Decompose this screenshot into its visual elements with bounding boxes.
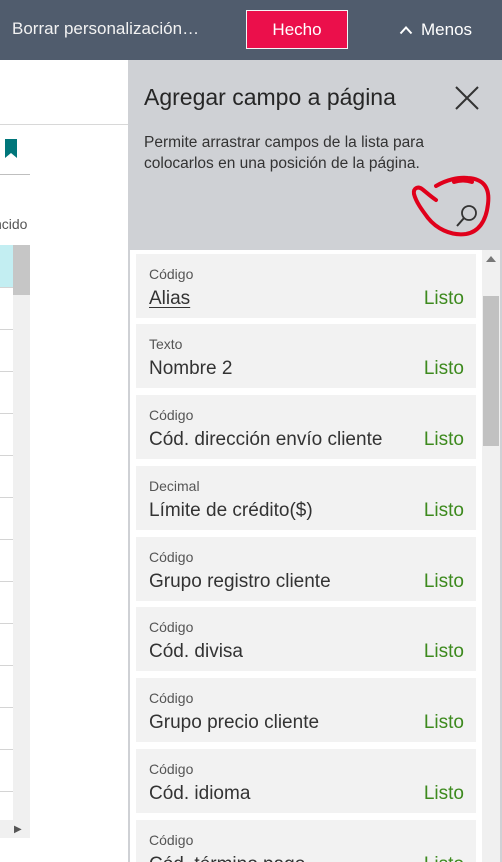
pane-title: Agregar campo a página	[144, 84, 396, 110]
field-name: Cód. término pago	[149, 854, 305, 862]
field-name: Cód. idioma	[149, 783, 251, 804]
field-type: Código	[149, 690, 194, 706]
row-divider	[0, 665, 13, 666]
field-status: Listo	[423, 358, 464, 379]
search-icon[interactable]	[454, 203, 480, 229]
field-status: Listo	[424, 854, 464, 862]
row-divider	[0, 329, 13, 330]
field-type: Código	[149, 266, 194, 282]
list-scrollbar-thumb[interactable]	[13, 245, 30, 295]
field-name: Cód. dirección envío cliente	[149, 429, 383, 450]
field-list-scrollbar-thumb[interactable]	[483, 296, 499, 446]
row-divider	[0, 371, 13, 372]
field-type: Texto	[149, 336, 183, 352]
field-status: Listo	[423, 783, 464, 804]
list-scrollbar[interactable]	[13, 245, 30, 825]
chevron-up-icon	[399, 26, 413, 35]
field-type: Código	[149, 832, 194, 848]
selected-row[interactable]	[0, 245, 13, 287]
row-divider	[0, 707, 13, 708]
field-status: Listo	[423, 571, 464, 592]
field-card[interactable]: Código Cód. dirección envío cliente List…	[136, 395, 476, 459]
field-status: Listo	[423, 429, 464, 450]
header-divider	[0, 124, 128, 125]
row-divider	[0, 791, 13, 792]
field-status: Listo	[423, 500, 464, 521]
clear-customization-link[interactable]: Borrar personalización…	[12, 19, 199, 39]
background-page: ncido ▶	[0, 60, 128, 862]
field-type: Código	[149, 619, 194, 635]
field-name: Grupo precio cliente	[149, 712, 320, 733]
row-divider	[0, 497, 13, 498]
annotation-circle	[411, 175, 491, 237]
row-divider	[0, 623, 13, 624]
column-header-fragment: ncido	[0, 216, 28, 232]
field-status: Listo	[423, 641, 464, 662]
row-divider	[0, 749, 13, 750]
customization-bar: Borrar personalización… Hecho Menos	[0, 0, 502, 60]
field-list: Código Alias Listo Texto Nombre 2 Listo …	[130, 250, 482, 862]
field-card[interactable]: Código Cód. idioma Listo	[136, 749, 476, 813]
field-name: Grupo registro cliente	[149, 571, 331, 592]
field-card[interactable]: Código Cód. divisa Listo	[136, 607, 476, 671]
field-card[interactable]: Decimal Límite de crédito($) Listo	[136, 466, 476, 530]
pane-description: Permite arrastrar campos de la lista par…	[144, 134, 424, 172]
field-card[interactable]: Código Grupo precio cliente Listo	[136, 678, 476, 742]
field-type: Código	[149, 761, 194, 777]
field-name: Cód. divisa	[149, 641, 243, 662]
field-card[interactable]: Código Cód. término pago Listo	[136, 820, 476, 862]
done-button[interactable]: Hecho	[246, 10, 348, 49]
less-label: Menos	[421, 20, 473, 39]
add-field-pane: Agregar campo a página Permite arrastrar…	[128, 60, 502, 862]
field-name: Límite de crédito($)	[149, 500, 313, 521]
field-card[interactable]: Código Grupo registro cliente Listo	[136, 537, 476, 601]
row-divider	[0, 413, 13, 414]
row-divider	[0, 539, 13, 540]
bookmark-icon[interactable]	[4, 139, 18, 159]
field-name[interactable]: Alias	[149, 288, 190, 310]
scroll-right-icon[interactable]: ▶	[14, 824, 22, 835]
bookmark-underline	[0, 174, 30, 175]
field-type: Código	[149, 407, 194, 423]
row-divider	[0, 287, 13, 288]
field-status: Listo	[423, 712, 464, 733]
row-divider	[0, 455, 13, 456]
field-card[interactable]: Texto Nombre 2 Listo	[136, 324, 476, 388]
field-type: Código	[149, 549, 194, 565]
scroll-up-icon[interactable]	[486, 256, 496, 262]
field-name: Nombre 2	[149, 358, 233, 379]
field-status: Listo	[423, 288, 464, 309]
field-list-scrollbar[interactable]	[482, 250, 500, 862]
less-button[interactable]: Menos	[399, 18, 472, 42]
close-icon[interactable]	[454, 85, 480, 111]
field-type: Decimal	[149, 478, 200, 494]
field-card[interactable]: Código Alias Listo	[136, 254, 476, 318]
row-divider	[0, 581, 13, 582]
